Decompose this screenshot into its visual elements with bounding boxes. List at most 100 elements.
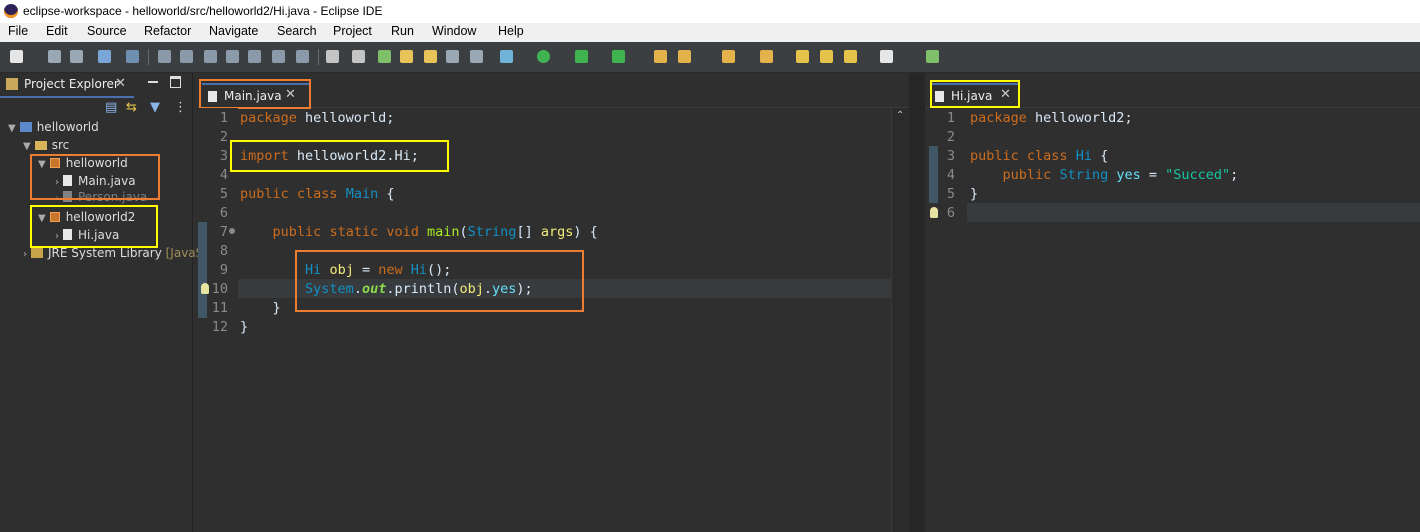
toggle-mark-occurrences-icon[interactable] — [400, 50, 413, 63]
chevron-down-icon[interactable]: ▼ — [23, 141, 31, 152]
filter-icon[interactable]: ▼ — [150, 100, 160, 115]
chevron-right-icon[interactable]: › — [23, 249, 27, 260]
collapse-all-icon[interactable]: ▤ — [105, 100, 117, 115]
open-perspective-icon[interactable] — [926, 50, 939, 63]
last-edit-location-icon[interactable] — [796, 50, 809, 63]
tab-hi-java[interactable]: Hi.java ✕ — [931, 83, 1019, 107]
editor-tab-bar: Hi.java ✕ — [925, 73, 1420, 108]
close-icon[interactable]: ✕ — [1000, 87, 1011, 102]
project-explorer-panel: Project Explorer ✕ ▤ ⇆ ▼ ⋮ ▼ helloworld ▼… — [0, 73, 235, 532]
source-folder-icon — [34, 141, 47, 150]
save-icon[interactable] — [48, 50, 61, 63]
skip-breakpoints-icon[interactable] — [126, 50, 139, 63]
maximize-icon[interactable] — [170, 76, 181, 88]
close-icon[interactable]: ✕ — [115, 76, 126, 91]
use-step-filters-icon[interactable] — [352, 50, 365, 63]
vertical-scrollbar[interactable]: ⌃ — [891, 108, 910, 532]
java-file-icon — [63, 175, 72, 186]
eclipse-logo-icon — [4, 4, 18, 18]
line-number-gutter: 1 2 3 4 5 6 — [925, 108, 965, 532]
library-icon — [31, 248, 43, 258]
java-file-icon — [208, 91, 217, 102]
package-icon — [49, 158, 60, 168]
menu-window[interactable]: Window — [432, 24, 476, 38]
tab-main-java[interactable]: Main.java ✕ — [202, 83, 310, 107]
debug-icon[interactable] — [500, 50, 513, 63]
back-icon[interactable] — [820, 50, 833, 63]
chevron-down-icon[interactable]: ▼ — [8, 123, 16, 134]
tree-file-hi-java[interactable]: › Hi.java — [55, 228, 119, 242]
forward-icon[interactable] — [880, 50, 893, 63]
suspend-icon[interactable] — [180, 50, 193, 63]
editor-sash[interactable] — [909, 73, 925, 532]
terminate-icon[interactable] — [204, 50, 217, 63]
tree-project-helloworld[interactable]: ▼ helloworld — [8, 120, 99, 134]
toggle-block-selection-icon[interactable] — [424, 50, 437, 63]
save-all-icon[interactable] — [70, 50, 83, 63]
word-wrap-icon[interactable] — [446, 50, 459, 63]
tree-file-person-java[interactable]: › Person.java — [55, 190, 147, 204]
terminal-icon[interactable] — [98, 50, 111, 63]
new-java-project-icon[interactable] — [654, 50, 667, 63]
show-whitespace-icon[interactable] — [470, 50, 483, 63]
view-menu-icon[interactable]: ⋮ — [174, 100, 187, 115]
menu-run[interactable]: Run — [391, 24, 414, 38]
code-area-main[interactable]: package helloworld; import helloworld2.H… — [240, 108, 890, 528]
external-tools-icon[interactable] — [612, 50, 625, 63]
chevron-down-icon[interactable]: ▼ — [38, 159, 46, 170]
link-with-editor-icon[interactable]: ⇆ — [126, 100, 137, 115]
editor-main-java: Main.java ✕ 1 2 3 4 5 6 7 8 9 10 11 12 p… — [198, 73, 910, 532]
disconnect-icon[interactable] — [226, 50, 239, 63]
menu-help[interactable]: Help — [498, 24, 524, 38]
line-number-gutter: 1 2 3 4 5 6 7 8 9 10 11 12 — [198, 108, 238, 532]
close-icon[interactable]: ✕ — [285, 87, 296, 102]
open-type-icon[interactable] — [378, 50, 391, 63]
java-file-icon — [63, 191, 72, 202]
code-area-hi[interactable]: package helloworld2; public class Hi { p… — [970, 108, 1415, 528]
window-titlebar: eclipse-workspace - helloworld/src/hello… — [0, 0, 1420, 23]
chevron-right-icon[interactable]: › — [55, 231, 59, 242]
chevron-up-icon[interactable]: ⌃ — [896, 110, 904, 121]
window-title: eclipse-workspace - helloworld/src/hello… — [23, 4, 383, 18]
step-into-icon[interactable] — [248, 50, 261, 63]
coverage-icon[interactable] — [575, 50, 588, 63]
project-explorer-tab[interactable]: Project Explorer ✕ — [0, 73, 134, 98]
step-return-icon[interactable] — [296, 50, 309, 63]
menu-navigate[interactable]: Navigate — [209, 24, 258, 38]
step-over-icon[interactable] — [272, 50, 285, 63]
editor-tab-bar: Main.java ✕ — [198, 73, 909, 108]
drop-to-frame-icon[interactable] — [326, 50, 339, 63]
menu-search[interactable]: Search — [277, 24, 317, 38]
menu-project[interactable]: Project — [333, 24, 372, 38]
java-file-icon — [63, 229, 72, 240]
minimize-icon[interactable] — [148, 81, 158, 83]
chevron-right-icon[interactable]: › — [55, 193, 59, 204]
editor-hi-java: Hi.java ✕ 1 2 3 4 5 6 package helloworld… — [925, 73, 1420, 532]
menu-file[interactable]: File — [8, 24, 28, 38]
menu-refactor[interactable]: Refactor — [144, 24, 191, 38]
menu-edit[interactable]: Edit — [46, 24, 68, 38]
chevron-right-icon[interactable]: › — [55, 177, 59, 188]
java-file-icon — [935, 91, 944, 102]
package-icon — [49, 212, 60, 222]
project-explorer-label: Project Explorer — [24, 77, 119, 91]
tree-file-main-java[interactable]: › Main.java — [55, 174, 136, 188]
lightbulb-icon[interactable] — [930, 207, 938, 218]
previous-annotation-icon[interactable] — [760, 50, 773, 63]
chevron-down-icon[interactable]: ▼ — [38, 213, 46, 224]
run-icon[interactable] — [537, 50, 550, 63]
tree-folder-src[interactable]: ▼ src — [23, 138, 69, 152]
new-package-icon[interactable] — [678, 50, 691, 63]
tree-package-helloworld2[interactable]: ▼ helloworld2 — [38, 210, 135, 224]
main-toolbar — [0, 42, 1420, 73]
tree-package-helloworld[interactable]: ▼ helloworld — [38, 156, 128, 170]
lightbulb-icon[interactable] — [201, 283, 209, 294]
new-icon[interactable] — [10, 50, 23, 63]
resume-icon[interactable] — [158, 50, 171, 63]
next-annotation-icon[interactable] — [722, 50, 735, 63]
menu-source[interactable]: Source — [87, 24, 127, 38]
forward-history-icon[interactable] — [844, 50, 857, 63]
menu-bar: File Edit Source Refactor Navigate Searc… — [0, 23, 1420, 42]
project-explorer-icon — [6, 78, 18, 90]
fold-collapse-icon[interactable] — [229, 228, 235, 234]
